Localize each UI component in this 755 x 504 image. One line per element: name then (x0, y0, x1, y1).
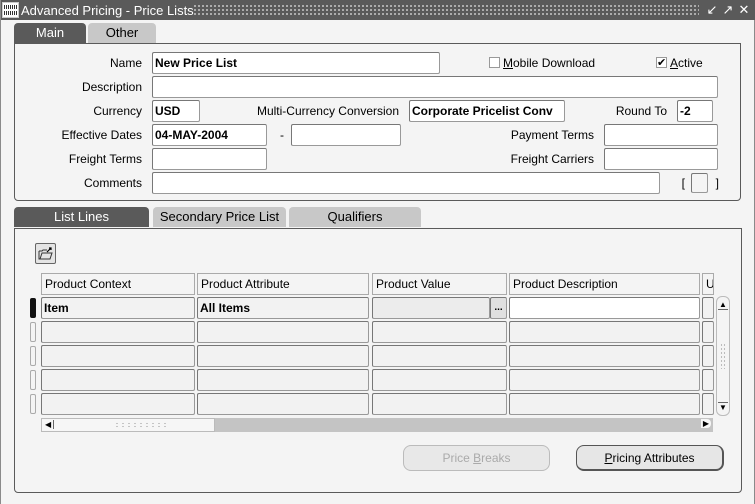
product-attribute-cell[interactable] (197, 345, 369, 367)
u-cell[interactable] (702, 393, 714, 415)
tab-qualifiers[interactable]: Qualifiers (289, 207, 421, 227)
payment-terms-label: Payment Terms (510, 128, 594, 142)
product-description-cell[interactable] (509, 321, 700, 343)
row-indicator[interactable] (30, 370, 36, 390)
price-breaks-button[interactable]: Price Breaks (403, 445, 550, 471)
comments-field[interactable] (152, 172, 660, 194)
currency-label: Currency (93, 104, 142, 118)
price-breaks-label-post: reaks (481, 451, 511, 465)
multi-currency-label: Multi-Currency Conversion (256, 104, 399, 118)
active-label: ctive (678, 56, 703, 70)
product-context-cell[interactable] (41, 369, 195, 391)
tab-list-lines[interactable]: List Lines (14, 207, 149, 227)
price-breaks-label-pre: Price (442, 451, 474, 465)
column-header-u[interactable]: U (702, 273, 714, 295)
freight-terms-field[interactable] (152, 148, 267, 170)
mobile-download-mnemonic: M (503, 56, 513, 70)
tab-main[interactable]: Main (14, 23, 86, 43)
product-description-cell[interactable] (509, 345, 700, 367)
product-context-cell[interactable] (41, 393, 195, 415)
product-value-cell[interactable] (372, 321, 507, 343)
maximize-icon[interactable]: ↗ (721, 2, 735, 17)
scroll-right-icon[interactable]: ▶ (700, 419, 711, 428)
effective-dates-label: Effective Dates (61, 128, 142, 142)
multi-currency-field[interactable]: Corporate Pricelist Conv (409, 100, 565, 122)
pricing-attributes-button[interactable]: Pricing Attributes (576, 445, 724, 471)
row-indicator[interactable] (30, 322, 36, 342)
price-lists-window: Advanced Pricing - Price Lists ↙ ↗ ✕ Mai… (0, 0, 755, 504)
product-value-cell[interactable] (372, 297, 490, 319)
lov-button[interactable]: ... (490, 297, 507, 319)
flex-close-bracket: ] (715, 176, 719, 190)
vertical-scrollbar[interactable]: ▲ ▼ (716, 296, 730, 416)
effective-to-field[interactable] (291, 124, 401, 146)
minimize-icon[interactable]: ↙ (705, 2, 719, 17)
date-separator: - (280, 128, 284, 142)
freight-carriers-field[interactable] (604, 148, 718, 170)
round-to-field[interactable]: -2 (677, 100, 713, 122)
row-indicator[interactable] (30, 394, 36, 414)
name-field[interactable]: New Price List (152, 52, 440, 74)
scroll-down-icon[interactable]: ▼ (718, 402, 728, 412)
u-cell[interactable] (702, 297, 714, 319)
description-label: Description (81, 80, 142, 94)
comments-label: Comments (83, 176, 142, 190)
product-description-cell[interactable] (509, 393, 700, 415)
flex-open-bracket: [ (681, 176, 685, 190)
mobile-download-label: obile Download (513, 56, 596, 70)
u-cell[interactable] (702, 321, 714, 343)
oracle-logo-icon (2, 2, 19, 18)
column-header-product-description[interactable]: Product Description (509, 273, 700, 295)
round-to-label: Round To (615, 104, 667, 118)
product-attribute-cell[interactable] (197, 393, 369, 415)
product-context-cell[interactable] (41, 321, 195, 343)
column-header-product-context[interactable]: Product Context (41, 273, 195, 295)
row-indicator[interactable] (30, 298, 36, 318)
active-checkbox[interactable]: Active (656, 55, 703, 71)
product-description-cell[interactable] (509, 369, 700, 391)
pricing-attributes-label: ricing Attributes (612, 451, 695, 465)
product-description-cell[interactable] (509, 297, 700, 319)
freight-carriers-label: Freight Carriers (510, 152, 594, 166)
product-value-cell[interactable] (372, 369, 507, 391)
column-header-product-value[interactable]: Product Value (372, 273, 507, 295)
effective-from-field[interactable]: 04-MAY-2004 (152, 124, 267, 146)
description-field[interactable] (152, 76, 718, 98)
product-attribute-cell[interactable]: All Items (197, 297, 369, 319)
tab-secondary-price-list[interactable]: Secondary Price List (153, 207, 286, 227)
product-value-cell[interactable] (372, 393, 507, 415)
horizontal-scroll-thumb[interactable]: ◀ (41, 418, 215, 432)
u-cell[interactable] (702, 369, 714, 391)
row-indicator[interactable] (30, 346, 36, 366)
name-label: Name (109, 56, 142, 70)
close-icon[interactable]: ✕ (737, 2, 751, 17)
scroll-up-icon[interactable]: ▲ (718, 300, 728, 310)
active-checkbox-box[interactable] (656, 55, 667, 71)
product-context-cell[interactable]: Item (41, 297, 195, 319)
title-bar[interactable]: Advanced Pricing - Price Lists ↙ ↗ ✕ (1, 0, 755, 20)
price-breaks-mnemonic: B (473, 451, 482, 465)
title-bar-grip (193, 4, 699, 16)
folder-button[interactable] (35, 243, 56, 264)
tab-other[interactable]: Other (88, 23, 156, 43)
u-cell[interactable] (702, 345, 714, 367)
product-attribute-cell[interactable] (197, 369, 369, 391)
descriptive-flexfield[interactable] (691, 173, 708, 193)
mobile-download-checkbox-box[interactable] (489, 57, 500, 68)
column-header-product-attribute[interactable]: Product Attribute (197, 273, 369, 295)
product-attribute-cell[interactable] (197, 321, 369, 343)
product-context-cell[interactable] (41, 345, 195, 367)
currency-field[interactable]: USD (152, 100, 200, 122)
scroll-left-icon[interactable]: ◀ (45, 420, 55, 429)
horizontal-scrollbar[interactable]: ◀ ▶ (41, 418, 713, 432)
freight-terms-label: Freight Terms (68, 152, 142, 166)
scroll-thumb-grip[interactable] (720, 343, 726, 369)
folder-open-icon (38, 247, 53, 260)
window-title: Advanced Pricing - Price Lists (21, 3, 194, 18)
payment-terms-field[interactable] (604, 124, 718, 146)
horizontal-thumb-grip (114, 422, 166, 428)
active-mnemonic: A (670, 56, 679, 70)
mobile-download-checkbox[interactable]: Mobile Download (489, 55, 595, 71)
product-value-cell[interactable] (372, 345, 507, 367)
